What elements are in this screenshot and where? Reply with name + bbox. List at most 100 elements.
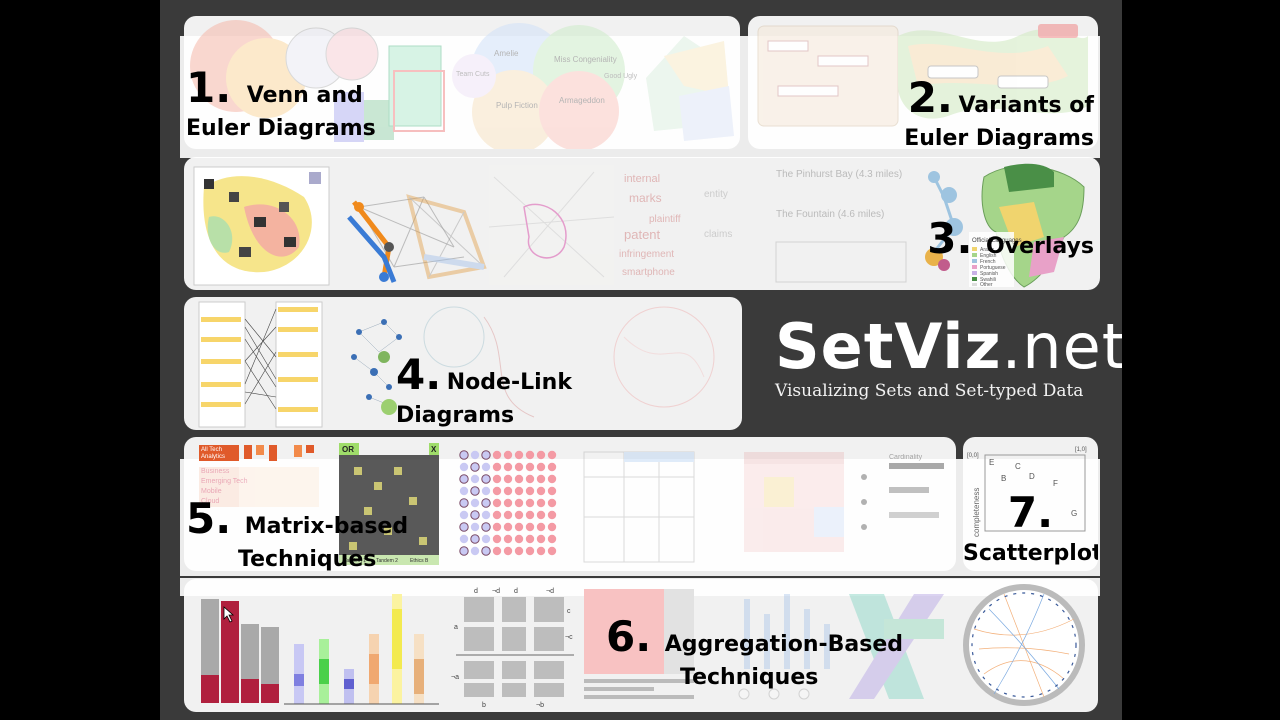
matrix-dot bbox=[536, 522, 546, 532]
category-number: 1. bbox=[186, 63, 232, 112]
category-title: Variants of bbox=[958, 93, 1094, 118]
matrix-dot bbox=[547, 498, 557, 508]
matrix-dot bbox=[503, 462, 513, 472]
category-number: 2. bbox=[907, 73, 953, 122]
matrix-dot bbox=[492, 522, 502, 532]
matrix-dot bbox=[525, 450, 535, 460]
matrix-dot bbox=[459, 522, 469, 532]
matrix-dot bbox=[525, 522, 535, 532]
matrix-dot bbox=[536, 450, 546, 460]
matrix-dot bbox=[536, 486, 546, 496]
matrix-dot bbox=[503, 450, 513, 460]
matrix-dot bbox=[492, 498, 502, 508]
category-number: 4. bbox=[396, 350, 442, 399]
panel-matrix: All Tech Analytics Business Emerging Tec… bbox=[184, 437, 956, 571]
matrix-dot bbox=[470, 510, 480, 520]
slide: Amelie Miss Congeniality Pulp Fiction Ar… bbox=[160, 0, 1122, 720]
matrix-dot bbox=[470, 450, 480, 460]
route-item: The Pinhurst Bay (4.3 miles) bbox=[776, 169, 902, 180]
venn-label: Amelie bbox=[494, 49, 519, 58]
matrix-header: All Tech bbox=[201, 447, 222, 453]
category-title: Matrix-based bbox=[244, 514, 409, 539]
category-title: Euler Diagrams bbox=[186, 115, 376, 141]
aggregation-label: ¬c bbox=[565, 634, 573, 641]
scatter-point: E bbox=[989, 458, 994, 467]
matrix-dot bbox=[525, 462, 535, 472]
matrix-dot bbox=[492, 462, 502, 472]
category-number: 3. bbox=[927, 214, 973, 263]
category-number: 7. bbox=[1007, 488, 1054, 537]
matrix-dot bbox=[525, 510, 535, 520]
category-title: Euler Diagrams bbox=[904, 125, 1094, 150]
setviz-logo: SetViz.net Visualizing Sets and Set-type… bbox=[775, 310, 1122, 401]
category-title: Overlays bbox=[986, 234, 1094, 259]
venn-label: Pulp Fiction bbox=[496, 101, 538, 110]
matrix-dot bbox=[503, 546, 513, 556]
matrix-dot bbox=[536, 510, 546, 520]
category-label-2: 2. Variants of Euler Diagrams bbox=[894, 72, 1094, 149]
logo-name: SetViz bbox=[775, 310, 1002, 383]
matrix-header: Analytics bbox=[201, 454, 225, 460]
matrix-dot bbox=[459, 546, 469, 556]
matrix-dot bbox=[525, 534, 535, 544]
matrix-dot bbox=[470, 474, 480, 484]
logo-tld: .net bbox=[1001, 310, 1122, 383]
matrix-dot bbox=[492, 534, 502, 544]
matrix-dot bbox=[536, 534, 546, 544]
scatter-corner-label: [1,0] bbox=[1075, 447, 1087, 453]
matrix-dot bbox=[470, 462, 480, 472]
matrix-dot bbox=[536, 546, 546, 556]
category-label-1: 1. Venn and Euler Diagrams bbox=[186, 62, 386, 142]
category-label-3: 3. Overlays bbox=[924, 213, 1094, 266]
matrix-dot bbox=[481, 522, 491, 532]
matrix-dot bbox=[514, 474, 524, 484]
aggregation-label: d bbox=[474, 588, 478, 595]
matrix-dot bbox=[492, 486, 502, 496]
category-label-4: 4. Node-Link Diagrams bbox=[396, 349, 616, 429]
category-title: Node-Link bbox=[446, 370, 572, 395]
matrix-dot bbox=[492, 546, 502, 556]
matrix-dot bbox=[536, 462, 546, 472]
matrix-dot bbox=[470, 534, 480, 544]
scatter-point: C bbox=[1015, 462, 1021, 471]
word-cloud-term: plaintiff bbox=[649, 214, 681, 225]
matrix-dot bbox=[514, 546, 524, 556]
matrix-dot bbox=[481, 510, 491, 520]
venn-label: Armageddon bbox=[559, 96, 605, 105]
matrix-dot bbox=[459, 534, 469, 544]
matrix-dot bbox=[503, 486, 513, 496]
matrix-dot bbox=[459, 474, 469, 484]
venn-label: Good Ugly bbox=[604, 73, 638, 80]
aggregation-label: ¬d bbox=[492, 588, 500, 595]
matrix-dot bbox=[492, 450, 502, 460]
logo-tagline: Visualizing Sets and Set-typed Data bbox=[775, 381, 1084, 401]
matrix-dot bbox=[503, 474, 513, 484]
aggregation-label: b bbox=[482, 702, 486, 709]
matrix-dot bbox=[514, 510, 524, 520]
matrix-dot bbox=[459, 462, 469, 472]
matrix-dot bbox=[547, 510, 557, 520]
aggregation-label: ¬b bbox=[536, 702, 544, 709]
matrix-dot bbox=[481, 486, 491, 496]
category-label-5: 5. Matrix-based Techniques bbox=[186, 493, 416, 571]
scatter-point: B bbox=[1001, 474, 1006, 483]
category-title: Techniques bbox=[238, 546, 377, 572]
category-title: Aggregation-Based bbox=[664, 632, 903, 657]
matrix-dot bbox=[481, 534, 491, 544]
panel-node-link: 4. Node-Link Diagrams bbox=[184, 297, 742, 430]
word-cloud-term: internal bbox=[624, 173, 660, 185]
matrix-dot bbox=[459, 486, 469, 496]
word-cloud-term: patent bbox=[624, 227, 661, 242]
category-number: 5. bbox=[186, 494, 232, 543]
matrix-dot bbox=[547, 474, 557, 484]
matrix-dot bbox=[547, 462, 557, 472]
matrix-dot bbox=[481, 474, 491, 484]
panel-euler-variants: 2. Variants of Euler Diagrams bbox=[748, 16, 1098, 149]
bool-op-label: OR bbox=[342, 445, 354, 454]
matrix-dot bbox=[514, 486, 524, 496]
scatter-point: D bbox=[1029, 472, 1035, 481]
aggregation-label: d bbox=[514, 588, 518, 595]
aggregation-label: c bbox=[567, 608, 571, 615]
aggregation-label: ¬a bbox=[451, 674, 459, 681]
panel-venn-euler: Amelie Miss Congeniality Pulp Fiction Ar… bbox=[184, 16, 740, 149]
